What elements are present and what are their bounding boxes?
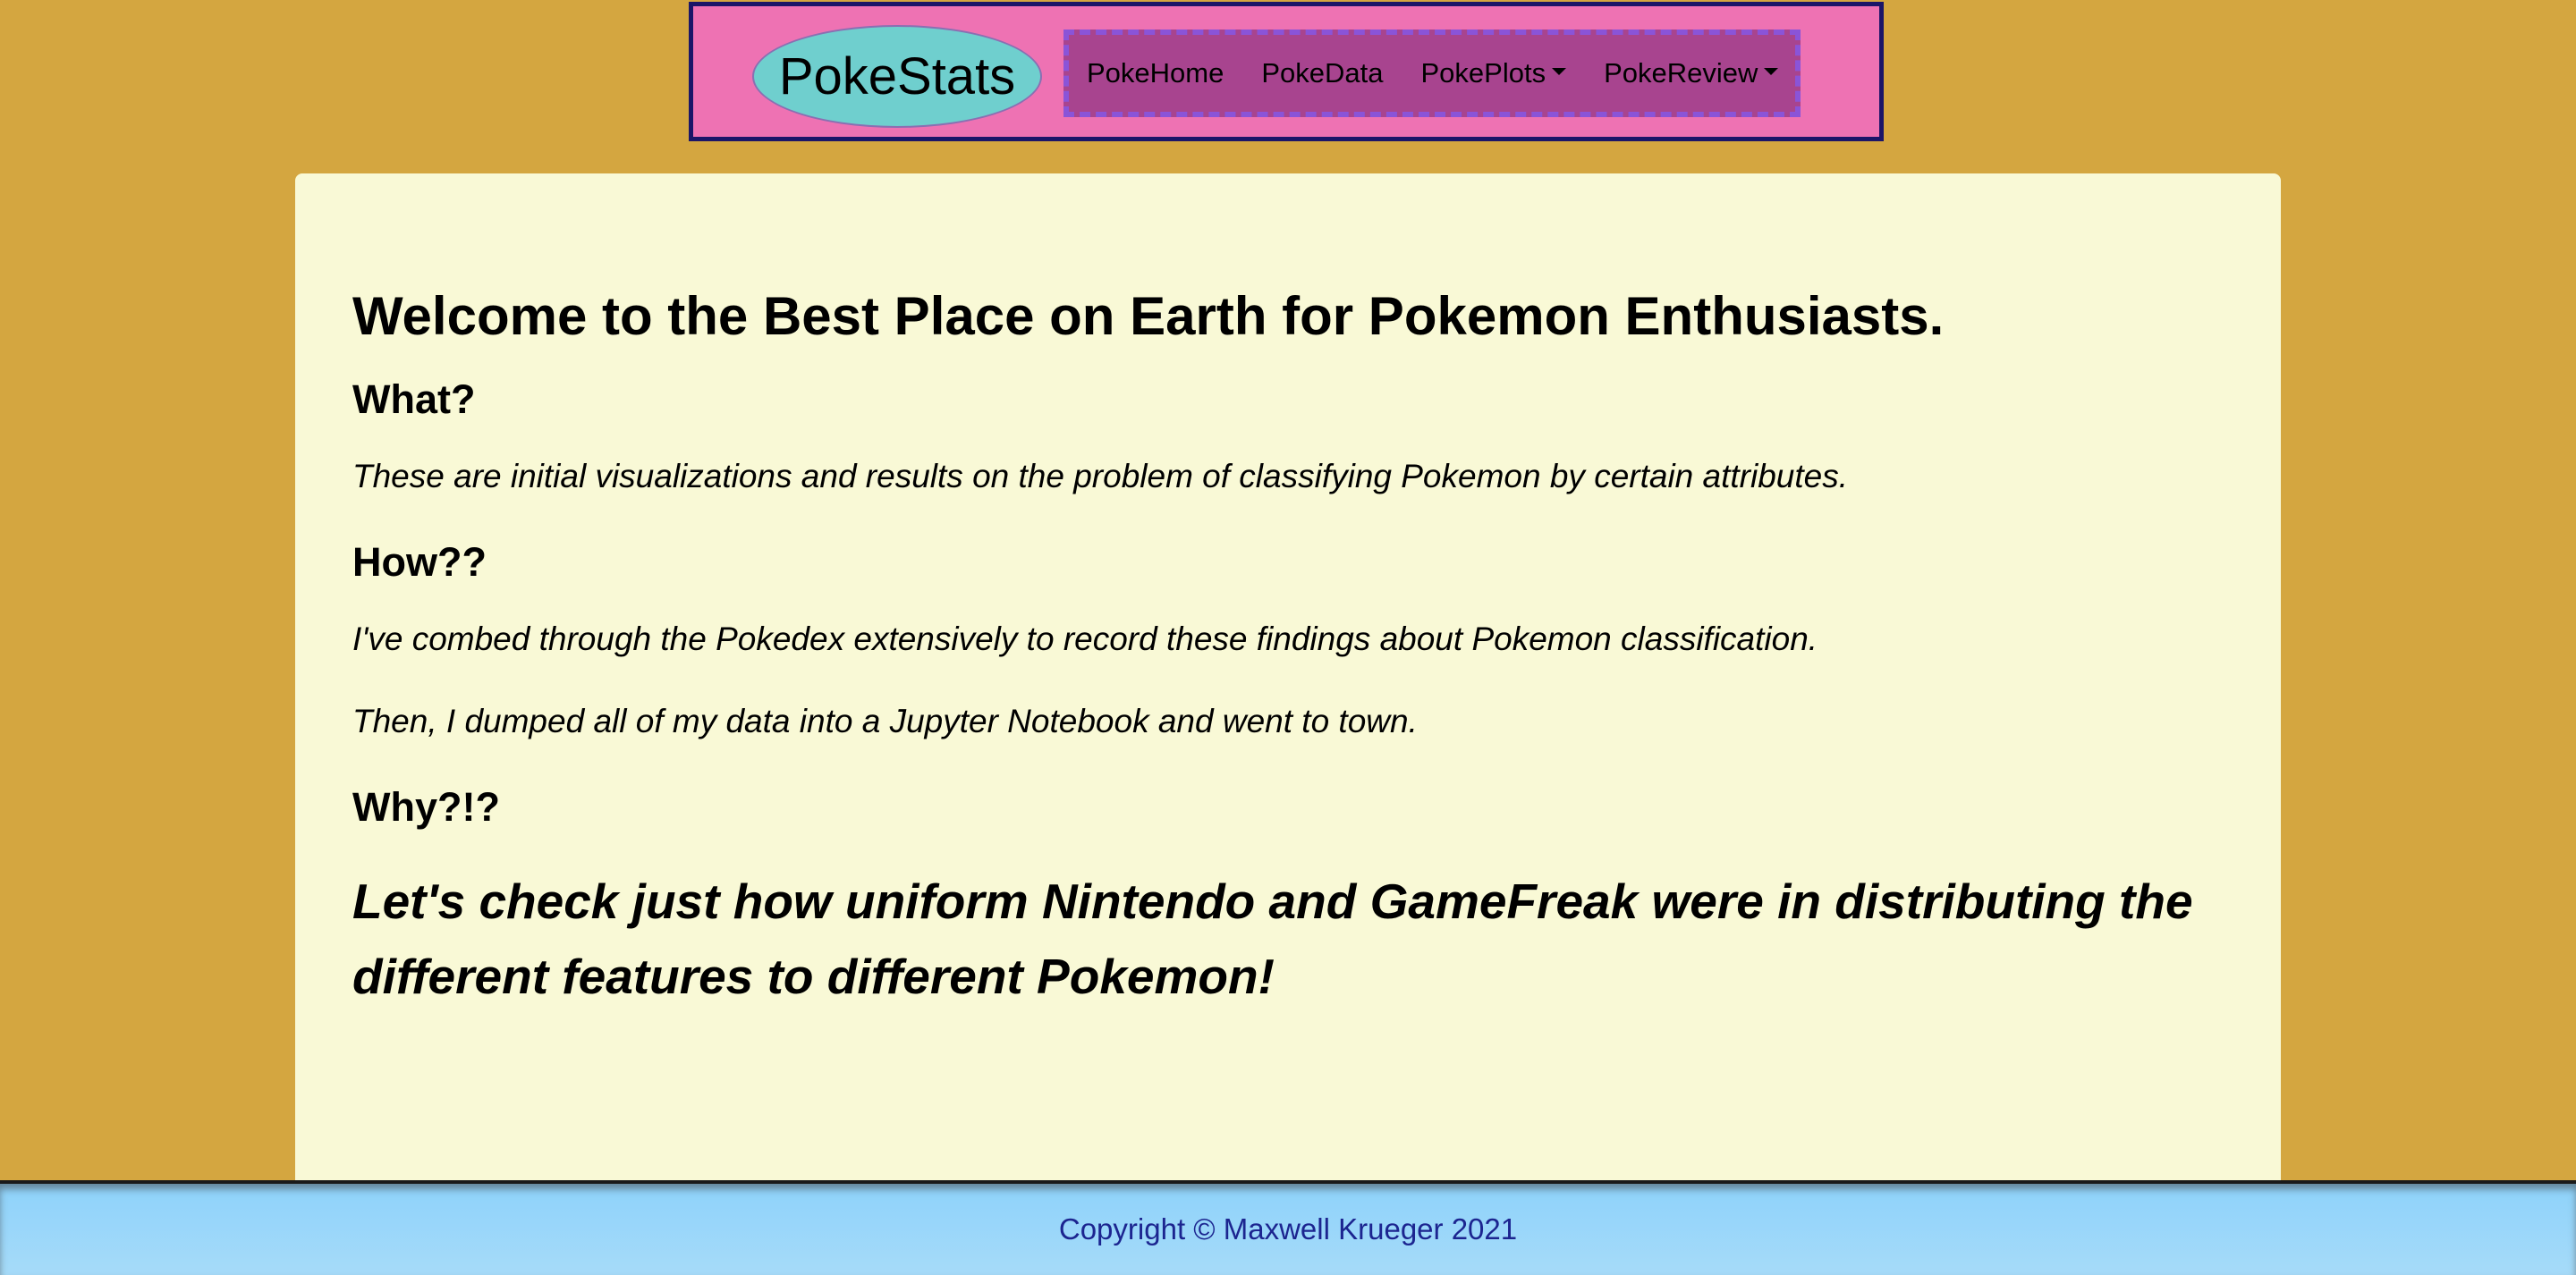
caret-down-icon (1552, 68, 1567, 75)
why-text: Let's check just how uniform Nintendo an… (352, 874, 2193, 1004)
nav-link-label: PokeHome (1087, 57, 1224, 89)
nav-link-label: PokePlots (1420, 57, 1546, 89)
nav-link-pokehome[interactable]: PokeHome (1087, 57, 1224, 89)
how-text-2: Then, I dumped all of my data into a Jup… (352, 703, 1418, 739)
how-heading: How?? (352, 539, 487, 585)
nav-link-label: PokeData (1261, 57, 1384, 89)
what-text: These are initial visualizations and res… (352, 458, 1849, 494)
nav-link-label: PokeReview (1604, 57, 1758, 89)
brand-logo[interactable]: PokeStats (752, 25, 1042, 128)
why-heading: Why?!? (352, 784, 500, 830)
navbar: PokeStats PokeHome PokeData PokePlots Po… (689, 2, 1884, 141)
caret-down-icon (1764, 68, 1779, 75)
what-heading: What? (352, 376, 476, 422)
page-title: Welcome to the Best Place on Earth for P… (352, 286, 1945, 346)
nav-menu: PokeHome PokeData PokePlots PokeReview (1063, 30, 1801, 117)
nav-dropdown-pokereview[interactable]: PokeReview (1604, 57, 1779, 89)
nav-dropdown-pokeplots[interactable]: PokePlots (1421, 57, 1567, 89)
main-content: Welcome to the Best Place on Earth for P… (295, 173, 2281, 1184)
how-text-1: I've combed through the Pokedex extensiv… (352, 621, 1818, 657)
copyright-text: Copyright © Maxwell Krueger 2021 (1058, 1212, 1518, 1245)
footer: Copyright © Maxwell Krueger 2021 (0, 1180, 2576, 1275)
nav-link-pokedata[interactable]: PokeData (1261, 57, 1383, 89)
page: PokeStats PokeHome PokeData PokePlots Po… (0, 0, 2576, 1275)
